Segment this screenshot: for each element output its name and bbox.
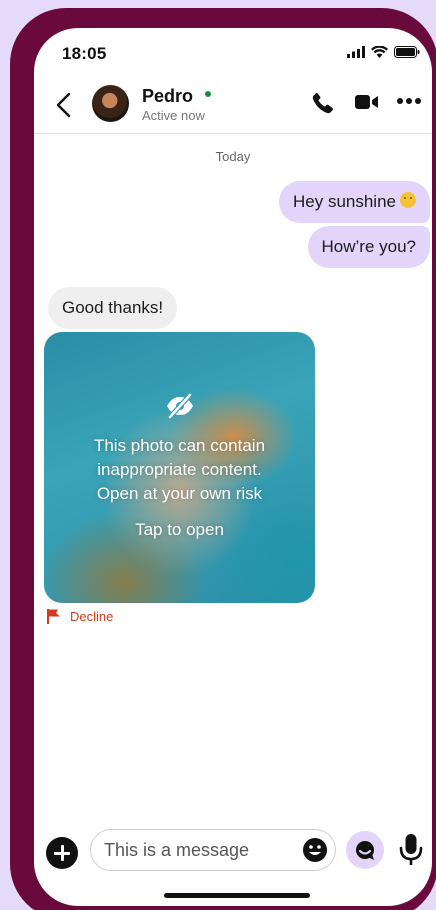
home-indicator bbox=[164, 893, 310, 898]
outgoing-message[interactable]: Hey sunshine bbox=[278, 181, 430, 223]
message-input[interactable] bbox=[90, 829, 336, 871]
ai-chat-icon bbox=[356, 841, 374, 860]
day-separator: Today bbox=[215, 149, 251, 164]
contact-status: Active now bbox=[142, 108, 205, 123]
video-call-icon[interactable] bbox=[355, 93, 379, 111]
decline-label: Decline bbox=[70, 608, 114, 624]
outgoing-message[interactable]: How’re you? bbox=[307, 226, 430, 268]
status-bar: 18:05 bbox=[34, 28, 432, 78]
phone-frame: 18:05 Pedro Active now Today Hey sunshin… bbox=[10, 8, 436, 910]
flag-icon bbox=[47, 609, 60, 624]
blurred-photo-message[interactable]: This photo can contain inappropriate con… bbox=[44, 332, 315, 603]
back-chevron-icon[interactable] bbox=[52, 90, 76, 120]
wifi-icon bbox=[371, 46, 388, 58]
warning-line: Open at your own risk bbox=[96, 484, 263, 503]
incoming-message[interactable]: Good thanks! bbox=[48, 287, 178, 329]
signal-icon bbox=[347, 46, 365, 58]
more-options-icon[interactable] bbox=[396, 97, 422, 105]
microphone-icon[interactable] bbox=[398, 832, 424, 868]
chat-screen: 18:05 Pedro Active now Today Hey sunshin… bbox=[34, 28, 432, 906]
message-text: How’re you? bbox=[321, 237, 417, 256]
phone-call-icon[interactable] bbox=[310, 90, 336, 116]
battery-icon bbox=[394, 46, 420, 58]
warning-line: This photo can contain bbox=[93, 436, 266, 455]
message-text: Hey sunshine bbox=[292, 192, 396, 211]
tap-to-open-label[interactable]: Tap to open bbox=[44, 520, 315, 540]
sensitive-content-warning: This photo can contain inappropriate con… bbox=[44, 434, 315, 506]
chat-header: Pedro Active now bbox=[34, 80, 432, 134]
eye-slash-icon bbox=[167, 393, 193, 419]
smiling-face-emoji-icon bbox=[400, 192, 416, 208]
status-icons bbox=[347, 46, 420, 58]
emoji-picker-icon[interactable] bbox=[302, 837, 328, 863]
avatar[interactable] bbox=[92, 85, 129, 122]
contact-name[interactable]: Pedro bbox=[142, 86, 193, 107]
ai-assistant-button[interactable] bbox=[346, 831, 384, 869]
message-text: Good thanks! bbox=[62, 298, 164, 317]
add-attachment-button[interactable] bbox=[46, 837, 78, 869]
warning-line: inappropriate content. bbox=[97, 460, 262, 479]
online-status-dot bbox=[205, 91, 211, 97]
status-time: 18:05 bbox=[62, 44, 107, 63]
decline-button[interactable]: Decline bbox=[46, 608, 113, 624]
